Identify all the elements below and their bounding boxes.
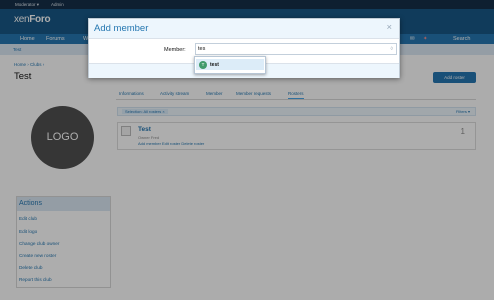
dialog-header: Add member × [89,19,399,39]
member-label: Member: [164,47,186,53]
member-input[interactable]: tes ◊ [195,43,397,55]
suggestion-name: test [210,62,219,68]
member-suggestions: T test [194,56,266,74]
member-input-value: tes [198,46,206,52]
clear-icon[interactable]: ◊ [391,44,393,54]
dialog-title: Add member [94,23,149,34]
avatar: T [199,61,207,69]
close-icon[interactable]: × [386,22,392,33]
